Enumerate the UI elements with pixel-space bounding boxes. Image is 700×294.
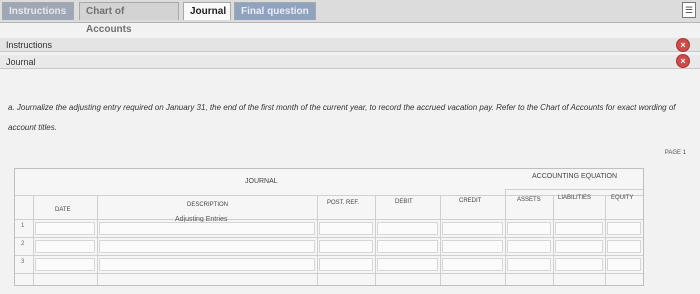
section-instructions[interactable]: Instructions [0,38,700,52]
tab-instructions[interactable]: Instructions [2,2,74,20]
date-input[interactable] [35,240,95,253]
journal-table: JOURNAL ACCOUNTING EQUATION DATE DESCRIP… [14,168,644,286]
row-number: 1 [21,223,25,229]
debit-input[interactable] [377,222,438,235]
liabilities-input[interactable] [555,222,603,235]
page-label: PAGE 1 [664,150,686,156]
close-icon[interactable]: × [676,54,690,68]
divider [317,195,318,285]
assets-input[interactable] [507,240,551,253]
divider [440,195,441,285]
description-input[interactable] [99,240,315,253]
column-header-description: DESCRIPTION [187,202,229,208]
tab-bar: Instructions Chart of Accounts Journal F… [0,0,700,35]
divider [15,219,643,220]
section-journal[interactable]: Journal [0,55,700,69]
debit-input[interactable] [377,258,438,271]
column-header-equity: EQUITY [611,195,634,201]
divider [505,189,506,285]
description-input[interactable] [99,222,315,235]
post-ref-input[interactable] [319,258,373,271]
equity-input[interactable] [607,258,641,271]
divider [97,195,98,285]
credit-input[interactable] [442,240,503,253]
divider [33,195,34,285]
tab-journal[interactable]: Journal [183,2,231,20]
credit-input[interactable] [442,222,503,235]
credit-input[interactable] [442,258,503,271]
divider [505,189,643,190]
equity-input[interactable] [607,222,641,235]
liabilities-input[interactable] [555,258,603,271]
description-input[interactable] [99,258,315,271]
menu-icon[interactable]: ☰ [682,2,696,18]
tab-final-question[interactable]: Final question [234,2,316,20]
divider [15,237,643,238]
column-header-post-ref: POST. REF. [327,200,360,206]
row-number: 3 [21,259,25,265]
divider [553,195,554,285]
close-icon[interactable]: × [676,38,690,52]
question-text: a. Journalize the adjusting entry requir… [8,103,676,132]
divider [375,195,376,285]
assets-input[interactable] [507,258,551,271]
date-input[interactable] [35,222,95,235]
debit-input[interactable] [377,240,438,253]
column-header-credit: CREDIT [459,198,482,204]
post-ref-input[interactable] [319,240,373,253]
equity-input[interactable] [607,240,641,253]
divider [15,255,643,256]
column-header-debit: DEBIT [395,199,413,205]
divider [605,195,606,285]
post-ref-input[interactable] [319,222,373,235]
divider [15,195,643,196]
journal-title: JOURNAL [245,178,278,185]
accounting-equation-title: ACCOUNTING EQUATION [532,173,618,180]
divider [15,273,643,274]
date-input[interactable] [35,258,95,271]
assets-input[interactable] [507,222,551,235]
row-number: 2 [21,241,25,247]
tab-chart-of-accounts[interactable]: Chart of Accounts [79,2,179,35]
column-header-liabilities: LIABILITIES [558,195,592,201]
column-header-assets: ASSETS [517,197,541,203]
liabilities-input[interactable] [555,240,603,253]
column-header-date: DATE [55,207,71,213]
